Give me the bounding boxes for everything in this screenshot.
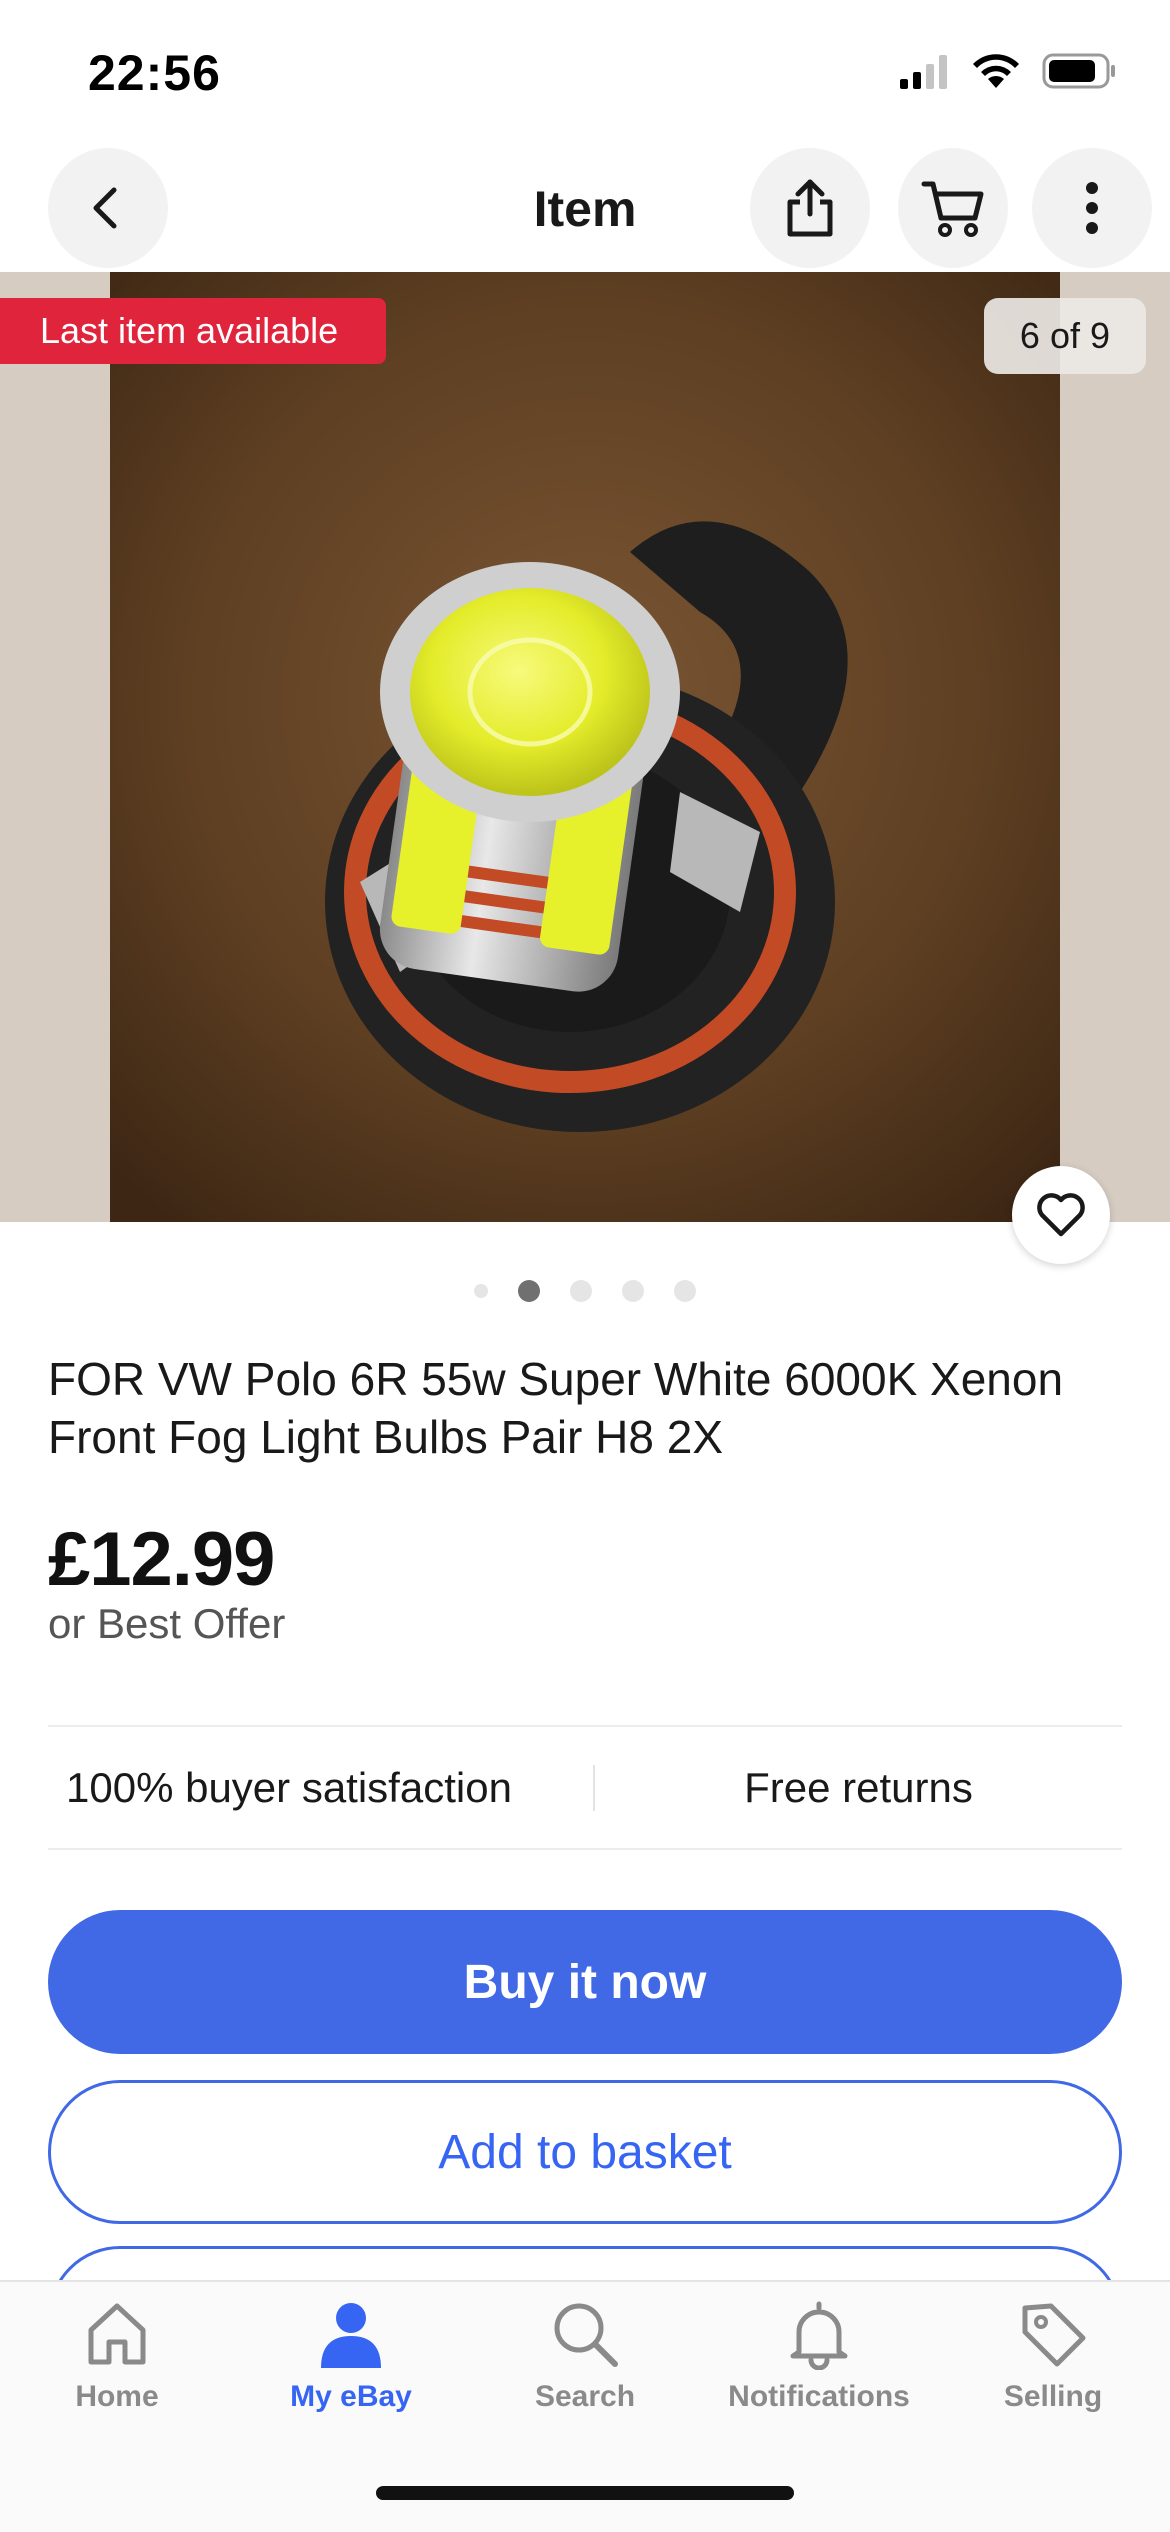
wifi-icon xyxy=(973,54,1019,88)
bottom-tab-bar: Home My eBay Search Notifications Sellin… xyxy=(0,2280,1170,2532)
buyer-satisfaction-text: 100% buyer satisfaction xyxy=(66,1764,512,1811)
item-title: FOR VW Polo 6R 55w Super White 6000K Xen… xyxy=(48,1353,1064,1463)
home-indicator xyxy=(376,2486,794,2500)
back-button[interactable] xyxy=(48,148,168,268)
product-photo xyxy=(110,272,1060,1222)
pagination-dot[interactable] xyxy=(570,1280,592,1302)
person-icon xyxy=(321,2303,381,2368)
cart-icon xyxy=(921,181,984,237)
pagination-dot-active[interactable] xyxy=(518,1280,540,1302)
cart-button[interactable] xyxy=(898,148,1008,268)
tag-icon xyxy=(1022,2303,1086,2367)
chevron-left-icon xyxy=(93,187,117,229)
tab-label: Selling xyxy=(1003,2380,1103,2413)
pagination-dot[interactable] xyxy=(674,1280,696,1302)
share-icon xyxy=(787,179,833,237)
add-to-basket-button[interactable]: Add to basket xyxy=(48,2080,1122,2224)
top-nav-bar: Item xyxy=(0,140,1170,272)
divider xyxy=(48,1848,1122,1850)
share-button[interactable] xyxy=(750,148,870,268)
heart-icon xyxy=(1037,1193,1085,1237)
image-gallery[interactable]: Last item available 6 of 9 xyxy=(0,272,1170,1222)
tab-selling[interactable]: Selling xyxy=(936,2298,1170,2414)
best-offer-text: or Best Offer xyxy=(48,1600,286,1647)
gallery-pagination xyxy=(0,1280,1170,1302)
tab-label: Notifications xyxy=(728,2380,910,2413)
search-icon xyxy=(554,2303,618,2367)
tab-label: Home xyxy=(75,2380,159,2413)
image-counter: 6 of 9 xyxy=(983,298,1146,374)
buy-it-now-button[interactable]: Buy it now xyxy=(48,1910,1122,2054)
tab-notifications[interactable]: Notifications xyxy=(702,2298,936,2414)
tab-my-ebay[interactable]: My eBay xyxy=(234,2298,468,2414)
free-returns-text[interactable]: Free returns xyxy=(595,1764,1122,1812)
cellular-signal-icon xyxy=(900,55,947,89)
pagination-dot[interactable] xyxy=(474,1284,488,1298)
more-vertical-icon xyxy=(1086,182,1098,234)
tab-label: My eBay xyxy=(290,2380,412,2413)
more-options-button[interactable] xyxy=(1032,148,1152,268)
home-icon xyxy=(88,2303,146,2365)
feature-strip: 100% buyer satisfaction Free returns xyxy=(48,1727,1122,1849)
battery-icon xyxy=(1042,53,1115,89)
status-time: 22:56 xyxy=(88,45,221,101)
item-price: £12.99 xyxy=(48,1517,275,1602)
pagination-dot[interactable] xyxy=(622,1280,644,1302)
status-bar: 22:56 xyxy=(0,0,1170,140)
watch-button[interactable] xyxy=(1012,1166,1110,1264)
last-item-badge: Last item available xyxy=(0,298,387,364)
tab-search[interactable]: Search xyxy=(468,2298,702,2414)
status-icons xyxy=(898,52,1118,90)
bell-icon xyxy=(790,2301,848,2370)
tab-label: Search xyxy=(534,2380,636,2413)
tab-home[interactable]: Home xyxy=(0,2298,234,2414)
